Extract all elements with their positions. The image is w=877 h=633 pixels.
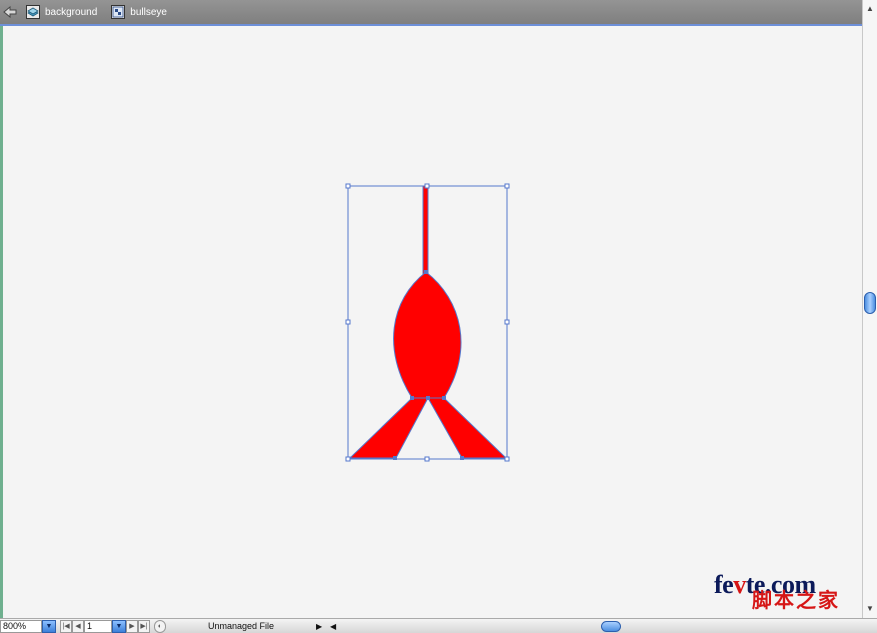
- shape-right-fin: [427, 397, 508, 459]
- status-message: Unmanaged File: [207, 621, 275, 631]
- scroll-up-icon[interactable]: ▲: [866, 4, 874, 13]
- handle-top-center: [424, 183, 430, 189]
- watermark-chinese: 脚本之家: [752, 588, 840, 612]
- handle-bottom-center: [424, 456, 430, 462]
- layer-icon: [26, 5, 40, 19]
- horizontal-scrollbar[interactable]: [346, 620, 856, 633]
- handle-middle-left: [345, 319, 351, 325]
- next-page-button[interactable]: ▶: [126, 619, 138, 633]
- anchor-point: [426, 396, 430, 400]
- shape-body: [393, 271, 462, 399]
- vertical-scroll-thumb[interactable]: [864, 292, 876, 314]
- anchor-point: [460, 456, 464, 460]
- anchor-point: [424, 270, 428, 274]
- handle-bottom-right: [504, 456, 510, 462]
- zoom-dropdown-icon[interactable]: ▼: [42, 619, 56, 633]
- shape-stem: [422, 185, 429, 275]
- anchor-point: [393, 456, 397, 460]
- zoom-field[interactable]: 800%: [0, 619, 42, 633]
- scroll-down-icon[interactable]: ▼: [866, 604, 874, 613]
- last-page-button[interactable]: ▶|: [138, 619, 150, 633]
- breadcrumb-item-bullseye[interactable]: bullseye: [111, 5, 167, 19]
- status-menu-arrow-icon[interactable]: ▶: [316, 622, 326, 631]
- handle-bottom-left: [345, 456, 351, 462]
- breadcrumb-item-background[interactable]: background: [26, 5, 97, 19]
- stage-drawing: [345, 183, 510, 462]
- breadcrumb-label: bullseye: [130, 6, 167, 18]
- red-shape[interactable]: [348, 185, 508, 459]
- handle-top-right: [504, 183, 510, 189]
- scroll-left-icon[interactable]: ◀: [330, 622, 340, 631]
- shape-left-fin: [348, 397, 429, 459]
- anchor-point: [410, 396, 414, 400]
- horizontal-scroll-thumb[interactable]: [601, 620, 621, 632]
- symbol-icon: [111, 5, 126, 19]
- anchor-point: [442, 396, 446, 400]
- back-arrow-icon: [3, 6, 17, 18]
- page-dropdown-icon[interactable]: ▼: [112, 619, 126, 633]
- handle-top-left: [345, 183, 351, 189]
- first-page-button[interactable]: |◀: [60, 619, 72, 633]
- page-field[interactable]: 1: [84, 619, 112, 633]
- breadcrumb-label: background: [45, 6, 98, 18]
- handle-middle-right: [504, 319, 510, 325]
- stage-canvas[interactable]: [3, 26, 862, 618]
- watermark-logo: fevte.com 脚本之家: [714, 570, 862, 620]
- vertical-scrollbar[interactable]: ▲ ▼: [862, 0, 877, 618]
- back-button[interactable]: [0, 0, 20, 24]
- previous-page-button[interactable]: ◀: [72, 619, 84, 633]
- status-bar: 800% ▼ |◀ ◀ 1 ▼ ▶ ▶| ◐ Unmanaged File ▶ …: [0, 618, 877, 633]
- document-status-icon[interactable]: ◐: [154, 619, 166, 633]
- breadcrumb-bar: background bullseye: [0, 0, 862, 24]
